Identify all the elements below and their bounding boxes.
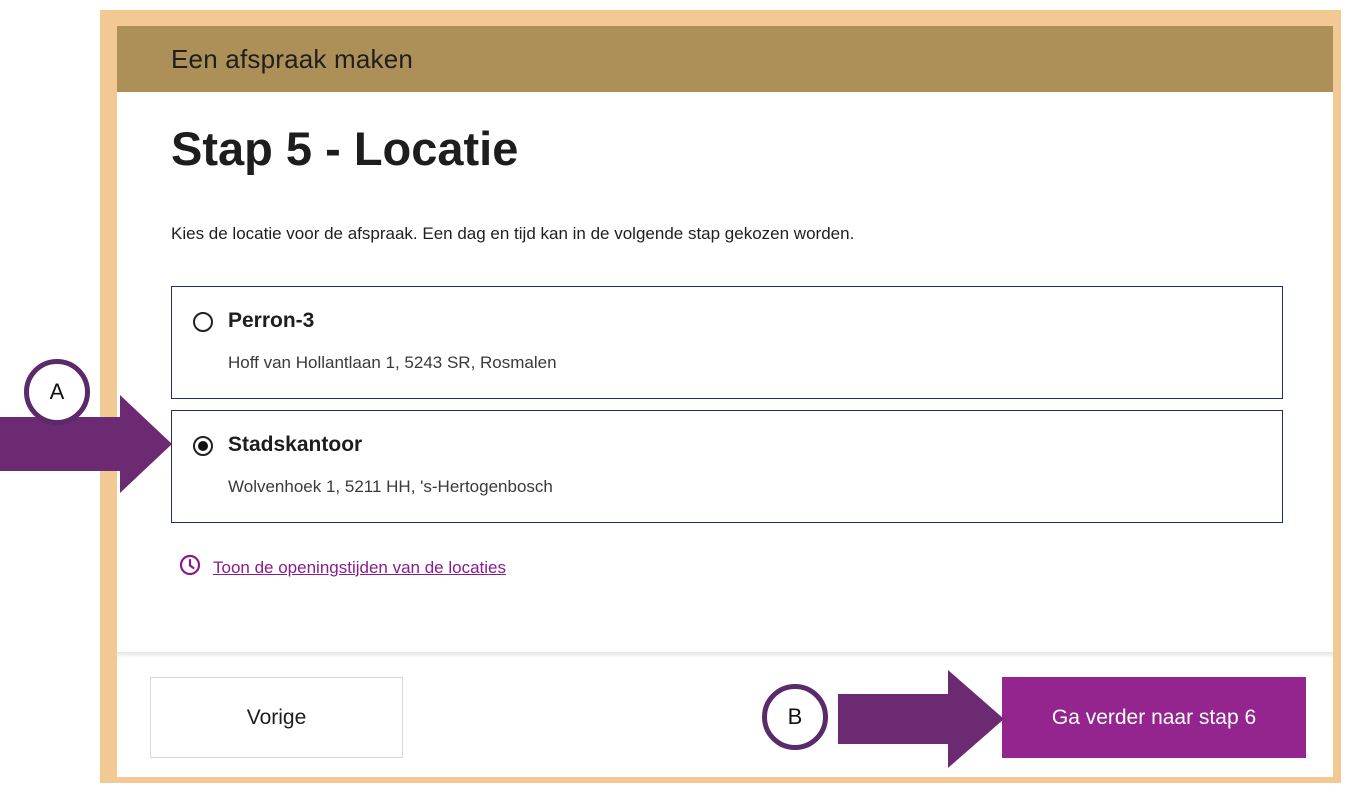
header-title: Een afspraak maken (171, 44, 414, 74)
location-option-perron-3[interactable]: Perron-3 Hoff van Hollantlaan 1, 5243 SR… (171, 286, 1283, 399)
location-name: Perron-3 (228, 309, 315, 332)
radio-perron-3[interactable] (193, 312, 213, 332)
page-title: Stap 5 - Locatie (171, 122, 519, 175)
opening-hours-link[interactable]: Toon de openingstijden van de locaties (179, 554, 506, 581)
location-address: Hoff van Hollantlaan 1, 5243 SR, Rosmale… (228, 353, 557, 372)
appointment-panel: Een afspraak maken Stap 5 - Locatie Kies… (117, 26, 1333, 777)
next-step-button[interactable]: Ga verder naar stap 6 (1002, 677, 1306, 758)
annotation-marker-b: B (762, 684, 828, 750)
location-option-stadskantoor[interactable]: Stadskantoor Wolvenhoek 1, 5211 HH, 's-H… (171, 410, 1283, 523)
previous-button[interactable]: Vorige (150, 677, 403, 758)
arrow-a (0, 395, 172, 493)
location-address: Wolvenhoek 1, 5211 HH, 's-Hertogenbosch (228, 477, 553, 496)
opening-hours-link-label[interactable]: Toon de openingstijden van de locaties (213, 558, 506, 578)
arrow-b (838, 670, 1004, 768)
clock-icon (179, 554, 201, 581)
annotation-marker-a: A (24, 359, 90, 425)
intro-text: Kies de locatie voor de afspraak. Een da… (171, 224, 855, 243)
location-name: Stadskantoor (228, 433, 363, 456)
footer-divider (117, 652, 1333, 658)
radio-stadskantoor[interactable] (193, 436, 213, 456)
panel-header: Een afspraak maken (117, 26, 1333, 92)
